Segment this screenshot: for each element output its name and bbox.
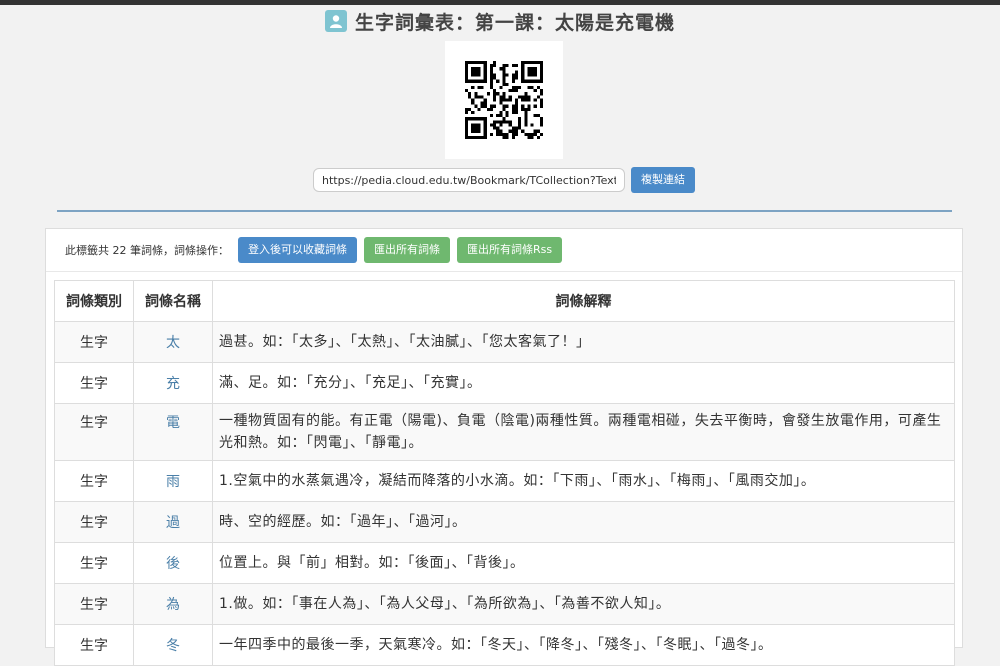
row-category: 生字: [54, 403, 134, 461]
title-row: 生字詞彙表：第一課：太陽是充電機: [0, 8, 1000, 34]
row-category: 生字: [54, 321, 134, 363]
header-name: 詞條名稱: [133, 280, 213, 322]
avatar-icon: [324, 10, 347, 32]
vocab-panel: 此標籤共 22 筆詞條，詞條操作： 登入後可以收藏詞條 匯出所有詞條 匯出所有詞…: [45, 228, 963, 666]
table-row: 生字 電 一種物質固有的能。有正電（陽電)、負電（陰電)兩種性質。兩種電相碰，失…: [54, 403, 955, 461]
export-rss-button[interactable]: 匯出所有詞條Rss: [457, 237, 563, 263]
table-row: 生字 冬 一年四季中的最後一季，天氣寒冷。如：「冬天」、「降冬」、「殘冬」、「冬…: [54, 624, 955, 666]
panel-toolbar: 此標籤共 22 筆詞條，詞條操作： 登入後可以收藏詞條 匯出所有詞條 匯出所有詞…: [46, 229, 962, 272]
header-category: 詞條類別: [54, 280, 134, 322]
row-category: 生字: [54, 501, 134, 543]
page-title: 生字詞彙表：第一課：太陽是充電機: [354, 11, 675, 34]
row-category: 生字: [54, 542, 134, 584]
row-category: 生字: [54, 460, 134, 502]
row-category: 生字: [54, 583, 134, 625]
table-row: 生字 充 滿、足。如：「充分」、「充足」、「充實」。: [54, 362, 955, 404]
copy-link-button[interactable]: 複製連結: [631, 167, 695, 193]
vocab-table: 詞條類別 詞條名稱 詞條解釋 生字 太 過甚。如：「太多」、「太熱」、「太油膩」…: [54, 280, 955, 666]
row-name-link[interactable]: 後: [133, 542, 213, 584]
row-definition: 過甚。如：「太多」、「太熱」、「太油膩」、「您太客氣了！」: [212, 321, 955, 363]
entry-count-text: 此標籤共 22 筆詞條，詞條操作：: [65, 244, 229, 257]
url-row: 複製連結: [313, 167, 695, 193]
row-definition: 1.做。如：「事在人為」、「為人父母」、「為所欲為」、「為善不欲人知」。: [212, 583, 955, 625]
qr-code: [445, 41, 563, 159]
row-definition: 滿、足。如：「充分」、「充足」、「充實」。: [212, 362, 955, 404]
table-row: 生字 過 時、空的經歷。如：「過年」、「過河」。: [54, 501, 955, 543]
header-definition: 詞條解釋: [212, 280, 955, 322]
row-category: 生字: [54, 624, 134, 666]
table-row: 生字 為 1.做。如：「事在人為」、「為人父母」、「為所欲為」、「為善不欲人知」…: [54, 583, 955, 625]
row-name-link[interactable]: 雨: [133, 460, 213, 502]
row-definition: 一種物質固有的能。有正電（陽電)、負電（陰電)兩種性質。兩種電相碰，失去平衡時，…: [212, 403, 955, 461]
row-definition: 位置上。與「前」相對。如：「後面」、「背後」。: [212, 542, 955, 584]
table-header-row: 詞條類別 詞條名稱 詞條解釋: [54, 280, 955, 322]
url-field[interactable]: [313, 168, 625, 192]
login-to-collect-button[interactable]: 登入後可以收藏詞條: [238, 237, 357, 263]
table-row: 生字 後 位置上。與「前」相對。如：「後面」、「背後」。: [54, 542, 955, 584]
row-name-link[interactable]: 過: [133, 501, 213, 543]
row-name-link[interactable]: 冬: [133, 624, 213, 666]
table-row: 生字 太 過甚。如：「太多」、「太熱」、「太油膩」、「您太客氣了！」: [54, 321, 955, 363]
row-definition: 時、空的經歷。如：「過年」、「過河」。: [212, 501, 955, 543]
divider: [57, 210, 952, 212]
row-name-link[interactable]: 太: [133, 321, 213, 363]
row-name-link[interactable]: 充: [133, 362, 213, 404]
row-category: 生字: [54, 362, 134, 404]
export-all-button[interactable]: 匯出所有詞條: [364, 237, 450, 263]
row-definition: 1.空氣中的水蒸氣遇冷，凝結而降落的小水滴。如：「下雨」、「雨水」、「梅雨」、「…: [212, 460, 955, 502]
row-definition: 一年四季中的最後一季，天氣寒冷。如：「冬天」、「降冬」、「殘冬」、「冬眠」、「過…: [212, 624, 955, 666]
vocab-table-wrap: 詞條類別 詞條名稱 詞條解釋 生字 太 過甚。如：「太多」、「太熱」、「太油膩」…: [54, 280, 955, 666]
row-name-link[interactable]: 為: [133, 583, 213, 625]
top-bar: [0, 0, 1000, 5]
qr-code-image: [465, 61, 543, 139]
table-row: 生字 雨 1.空氣中的水蒸氣遇冷，凝結而降落的小水滴。如：「下雨」、「雨水」、「…: [54, 460, 955, 502]
row-name-link[interactable]: 電: [133, 403, 213, 461]
